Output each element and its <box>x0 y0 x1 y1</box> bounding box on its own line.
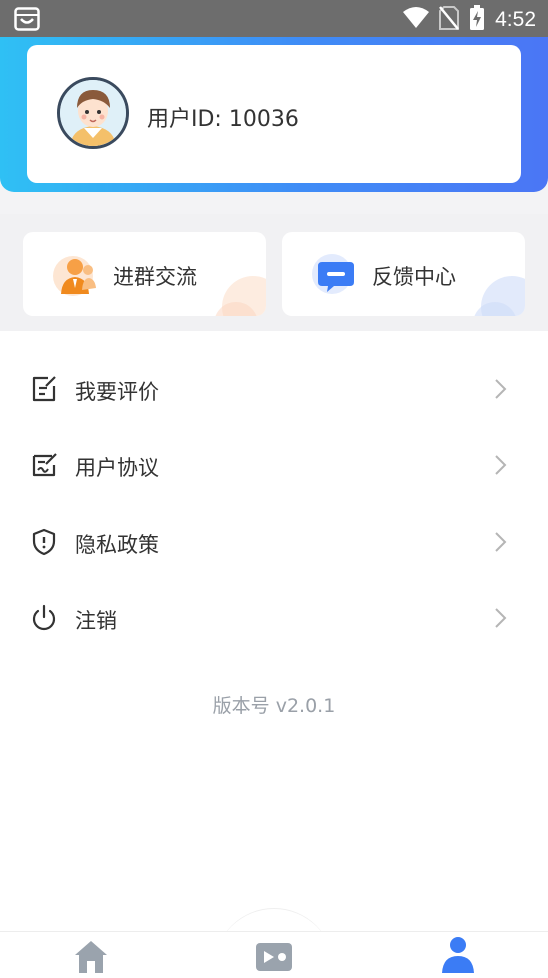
power-icon <box>30 604 58 632</box>
feedback-label: 反馈中心 <box>372 265 456 289</box>
menu-item-logout[interactable]: 注销 <box>0 588 548 648</box>
menu-item-label: 我要评价 <box>75 380 159 404</box>
user-id-label: 用户ID: 10036 <box>147 107 299 132</box>
notification-icon <box>14 7 40 35</box>
avatar-icon[interactable] <box>57 77 129 149</box>
no-sim-icon <box>439 6 460 34</box>
feedback-card[interactable]: 反馈中心 <box>282 232 525 316</box>
chevron-right-icon <box>494 607 508 629</box>
agreement-icon <box>30 451 58 479</box>
edit-review-icon <box>30 375 58 403</box>
chevron-right-icon <box>494 378 508 400</box>
group-chat-card[interactable]: 进群交流 <box>23 232 266 316</box>
feedback-icon <box>310 250 360 300</box>
shield-icon <box>30 528 58 556</box>
user-icon[interactable] <box>438 935 478 975</box>
chevron-right-icon <box>494 454 508 476</box>
bottom-navigation <box>0 931 548 978</box>
quick-actions: 进群交流 反馈中心 <box>0 214 548 331</box>
video-icon[interactable] <box>254 935 294 975</box>
menu-item-label: 注销 <box>75 609 117 633</box>
group-chat-icon <box>51 250 101 300</box>
menu-item-label: 隐私政策 <box>75 533 159 557</box>
clock-time: 4:52 <box>495 8 536 31</box>
home-icon[interactable] <box>71 935 111 975</box>
profile-card[interactable]: 用户ID: 10036 <box>27 45 521 183</box>
group-chat-label: 进群交流 <box>113 265 197 289</box>
menu-item-label: 用户协议 <box>75 456 159 480</box>
chevron-right-icon <box>494 531 508 553</box>
menu-item-privacy[interactable]: 隐私政策 <box>0 512 548 572</box>
settings-menu: 我要评价 用户协议 隐私政策 注销 版本号 v2.0.1 <box>0 331 548 931</box>
wifi-icon <box>403 7 430 33</box>
status-bar: 4:52 <box>0 0 548 37</box>
version-label: 版本号 v2.0.1 <box>212 695 336 717</box>
menu-item-review[interactable]: 我要评价 <box>0 359 548 419</box>
menu-item-agreement[interactable]: 用户协议 <box>0 435 548 495</box>
battery-charging-icon <box>469 5 485 35</box>
